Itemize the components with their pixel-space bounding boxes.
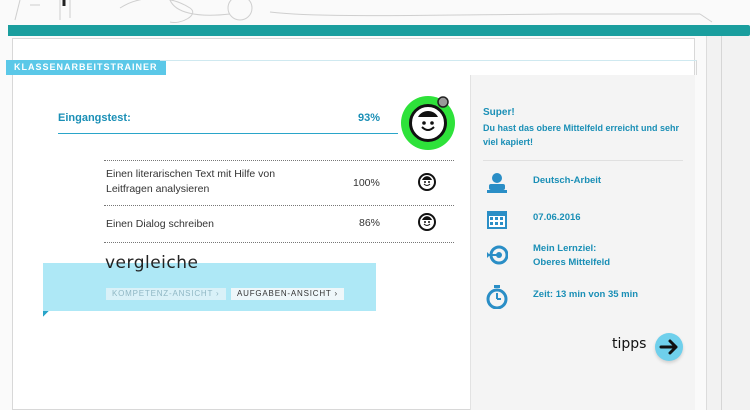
feedback-headline: Super! bbox=[483, 107, 515, 118]
goal-title: Mein Lernziel: bbox=[533, 243, 597, 254]
goal-value: Oberes Mittelfeld bbox=[533, 257, 611, 268]
entry-test-label: Eingangstest: bbox=[58, 112, 131, 124]
stopwatch-icon bbox=[486, 285, 508, 309]
task-divider-3 bbox=[104, 242, 454, 243]
task-value-2: 86% bbox=[359, 217, 381, 229]
person-icon bbox=[486, 172, 508, 194]
feedback-text: Du hast das obere Mittelfeld erreicht un… bbox=[483, 123, 680, 147]
header-teal-bar bbox=[8, 25, 736, 36]
date-label: 07.06.2016 bbox=[533, 212, 581, 223]
target-icon bbox=[486, 244, 508, 266]
goal-label: Mein Lernziel: Oberes Mittelfeld bbox=[533, 242, 610, 270]
task-divider-2 bbox=[104, 205, 454, 206]
task-divider-1 bbox=[104, 160, 454, 161]
info-divider bbox=[483, 160, 683, 161]
smiley-icon bbox=[409, 104, 447, 142]
compare-panel bbox=[43, 263, 376, 311]
tipps-label[interactable]: tipps bbox=[612, 336, 646, 352]
section-title: KLASSENARBEITSTRAINER bbox=[6, 60, 166, 75]
task-view-button[interactable]: AUFGABEN-ANSICHT › bbox=[231, 288, 344, 300]
entry-test-value: 93% bbox=[357, 112, 380, 124]
tipps-button[interactable] bbox=[655, 333, 683, 361]
task-value-1: 100% bbox=[353, 177, 380, 189]
entry-test-row: Eingangstest: 93% bbox=[58, 108, 398, 134]
crown-icon bbox=[437, 96, 449, 108]
subject-label: Deutsch-Arbeit bbox=[533, 175, 602, 186]
task-name-2: Einen Dialog schreiben bbox=[106, 218, 214, 230]
arrow-right-icon bbox=[659, 339, 678, 355]
competence-view-button[interactable]: KOMPETENZ-ANSICHT › bbox=[106, 288, 226, 300]
page-edge bbox=[706, 36, 750, 410]
task-name-1: Einen literarischen Text mit Hilfe von L… bbox=[106, 168, 276, 195]
header-teal-tail bbox=[700, 25, 750, 36]
calendar-icon bbox=[486, 208, 508, 230]
smiley-icon bbox=[418, 173, 436, 191]
compare-title: vergleiche bbox=[105, 253, 199, 273]
time-label: Zeit: 13 min von 35 min bbox=[533, 289, 639, 300]
smiley-face-icon bbox=[418, 111, 438, 131]
smiley-icon bbox=[418, 213, 436, 231]
section-divider bbox=[160, 60, 697, 75]
compare-corner bbox=[43, 311, 49, 317]
